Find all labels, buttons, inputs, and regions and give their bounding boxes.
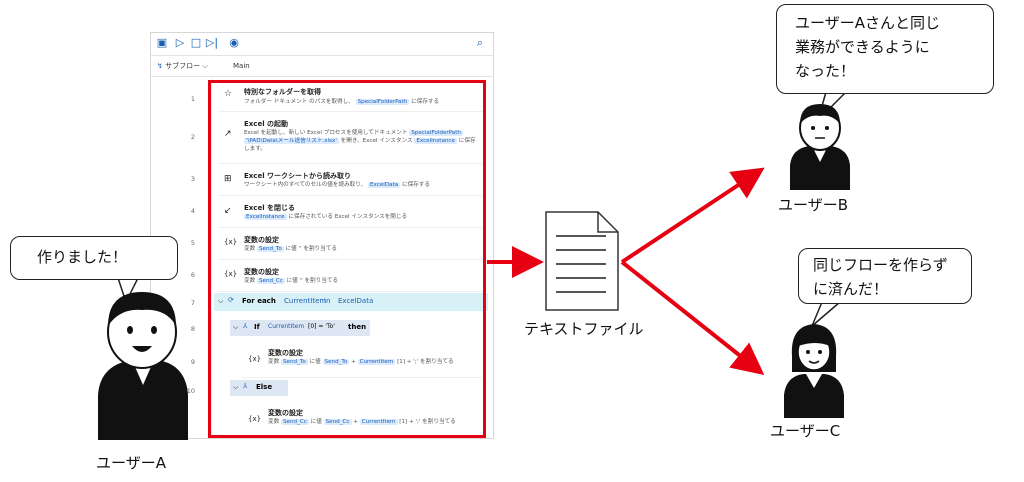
bubble-text: 作りました！ [37, 248, 128, 266]
bubble-text: なった！ [795, 62, 856, 80]
user-a-avatar [98, 292, 188, 440]
user-c-avatar [784, 324, 844, 418]
text-file-icon [545, 211, 619, 311]
text-file-label: テキストファイル [524, 320, 644, 338]
user-b-label: ユーザーB [778, 196, 848, 214]
user-c-label: ユーザーC [770, 422, 841, 440]
user-a-label: ユーザーA [96, 454, 166, 472]
arrow-to-user-b [620, 167, 765, 264]
bubble-text: 業務ができるように [795, 38, 930, 56]
bubble-text: に済んだ！ [813, 280, 889, 298]
user-b-avatar [790, 104, 850, 190]
speech-bubble-user-c: 同じフローを作らず に済んだ！ [798, 248, 972, 304]
speech-bubble-user-a: 作りました！ [10, 236, 178, 280]
bubble-text: ユーザーAさんと同じ [795, 14, 940, 32]
speech-bubble-user-b: ユーザーAさんと同じ 業務ができるように なった！ [776, 4, 994, 94]
bubble-tail [811, 301, 841, 327]
arrow-to-user-c [620, 260, 765, 375]
bubble-text: 同じフローを作らず [813, 256, 948, 274]
